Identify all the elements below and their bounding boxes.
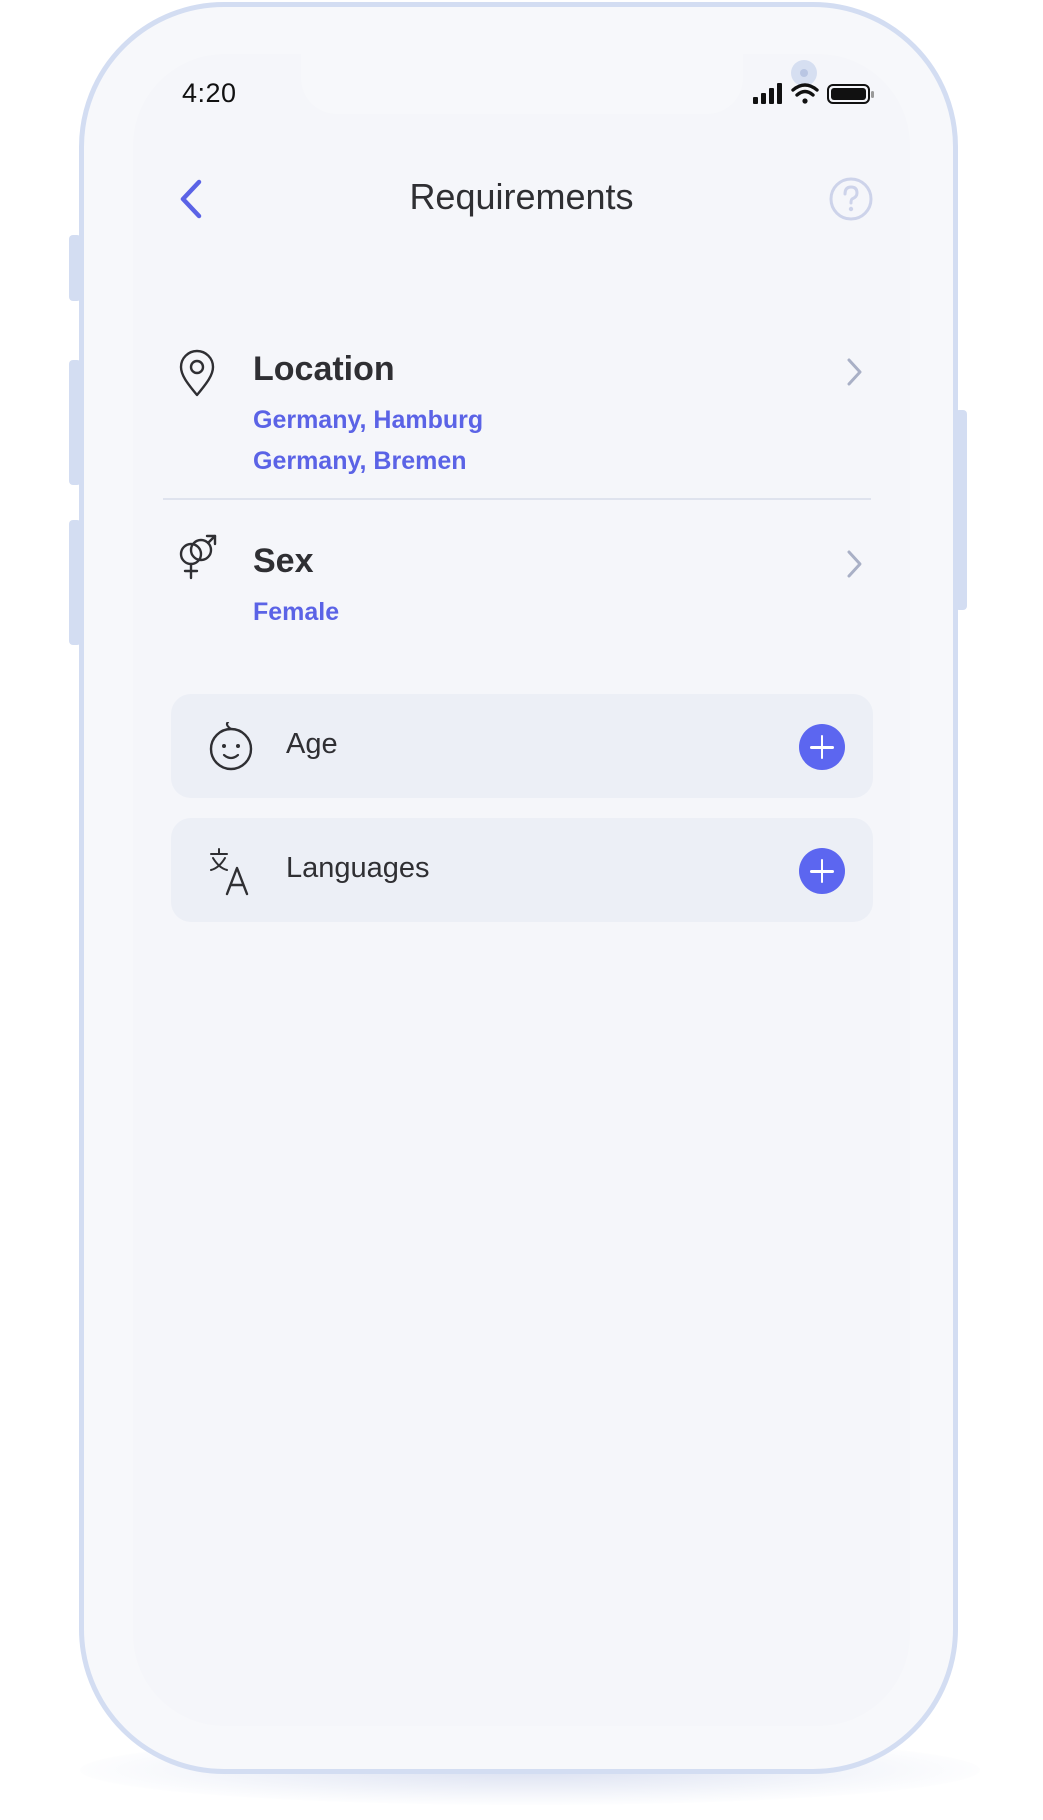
- app-screen: 4:20 Requirements Location Germany, Hamb…: [133, 54, 910, 1726]
- question-circle-icon: [829, 177, 873, 221]
- chevron-right-icon: [841, 354, 867, 390]
- device-mockup: 4:20 Requirements Location Germany, Hamb…: [0, 0, 1043, 1820]
- navigation-bar: Requirements: [133, 164, 910, 234]
- battery-icon: [827, 84, 874, 104]
- add-languages-button[interactable]: [799, 848, 845, 894]
- baby-face-icon: [207, 720, 255, 772]
- map-pin-icon: [173, 348, 221, 400]
- requirement-location[interactable]: Location Germany, Hamburg Germany, Breme…: [163, 334, 871, 484]
- notch: [301, 54, 817, 114]
- requirement-values: Female: [253, 592, 339, 633]
- status-icons: [753, 82, 883, 106]
- translate-icon: [207, 846, 255, 896]
- requirement-label: Location: [253, 350, 395, 388]
- page-title: Requirements: [409, 176, 634, 217]
- location-value: Germany, Bremen: [253, 447, 467, 475]
- wifi-icon: [791, 83, 819, 104]
- requirement-card-languages[interactable]: Languages: [171, 818, 873, 922]
- sex-value: Female: [253, 598, 340, 626]
- requirement-sex[interactable]: Sex Female: [163, 532, 871, 642]
- requirement-card-age[interactable]: Age: [171, 694, 873, 798]
- status-time: 4:20: [182, 78, 237, 108]
- divider: [163, 498, 871, 500]
- cellular-signal-icon: [753, 83, 782, 104]
- card-label: Age: [286, 728, 338, 760]
- requirement-values: Germany, Hamburg Germany, Bremen: [253, 400, 483, 482]
- chevron-right-icon: [841, 546, 867, 582]
- card-label: Languages: [286, 852, 430, 884]
- requirement-label: Sex: [253, 542, 314, 580]
- help-button[interactable]: [828, 176, 874, 222]
- add-age-button[interactable]: [799, 724, 845, 770]
- location-value: Germany, Hamburg: [253, 406, 484, 434]
- gender-symbols-icon: [173, 532, 221, 584]
